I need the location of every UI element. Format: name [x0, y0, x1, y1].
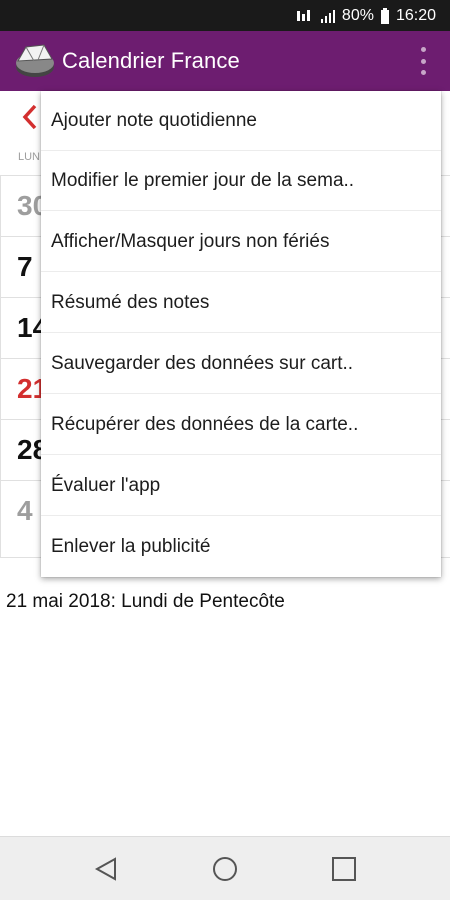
menu-item-remove-ads[interactable]: Enlever la publicité	[41, 517, 441, 577]
menu-item-backup[interactable]: Sauvegarder des données sur cart..	[41, 334, 441, 394]
menu-item-add-note[interactable]: Ajouter note quotidienne	[41, 91, 441, 151]
signal-icon	[320, 8, 336, 24]
day-cell[interactable]: 4	[17, 495, 33, 527]
status-bar: 80% 16:20	[0, 0, 450, 31]
weekday-label: LUN	[18, 151, 41, 163]
home-icon[interactable]	[211, 855, 239, 883]
calendar-logo-icon	[14, 41, 56, 81]
battery-icon	[380, 7, 390, 24]
chevron-left-icon[interactable]	[22, 103, 38, 137]
holiday-note: 21 mai 2018: Lundi de Pentecôte	[6, 591, 285, 612]
menu-item-toggle-non-holidays[interactable]: Afficher/Masquer jours non fériés	[41, 212, 441, 272]
navigation-bar	[0, 836, 450, 900]
day-cell[interactable]: 7	[17, 251, 33, 283]
overflow-menu: Ajouter note quotidienne Modifier le pre…	[41, 91, 441, 577]
wifi-icon	[296, 9, 314, 23]
app-title: Calendrier France	[62, 48, 240, 73]
back-icon[interactable]	[93, 855, 121, 883]
menu-item-restore[interactable]: Récupérer des données de la carte..	[41, 395, 441, 455]
app-bar: Calendrier France	[0, 31, 450, 91]
more-vert-icon[interactable]	[418, 47, 428, 75]
menu-item-first-day[interactable]: Modifier le premier jour de la sema..	[41, 151, 441, 211]
menu-item-rate-app[interactable]: Évaluer l'app	[41, 456, 441, 516]
menu-item-notes-summary[interactable]: Résumé des notes	[41, 273, 441, 333]
battery-percent: 80%	[341, 6, 374, 24]
recents-icon[interactable]	[330, 855, 358, 883]
clock: 16:20	[395, 6, 436, 24]
